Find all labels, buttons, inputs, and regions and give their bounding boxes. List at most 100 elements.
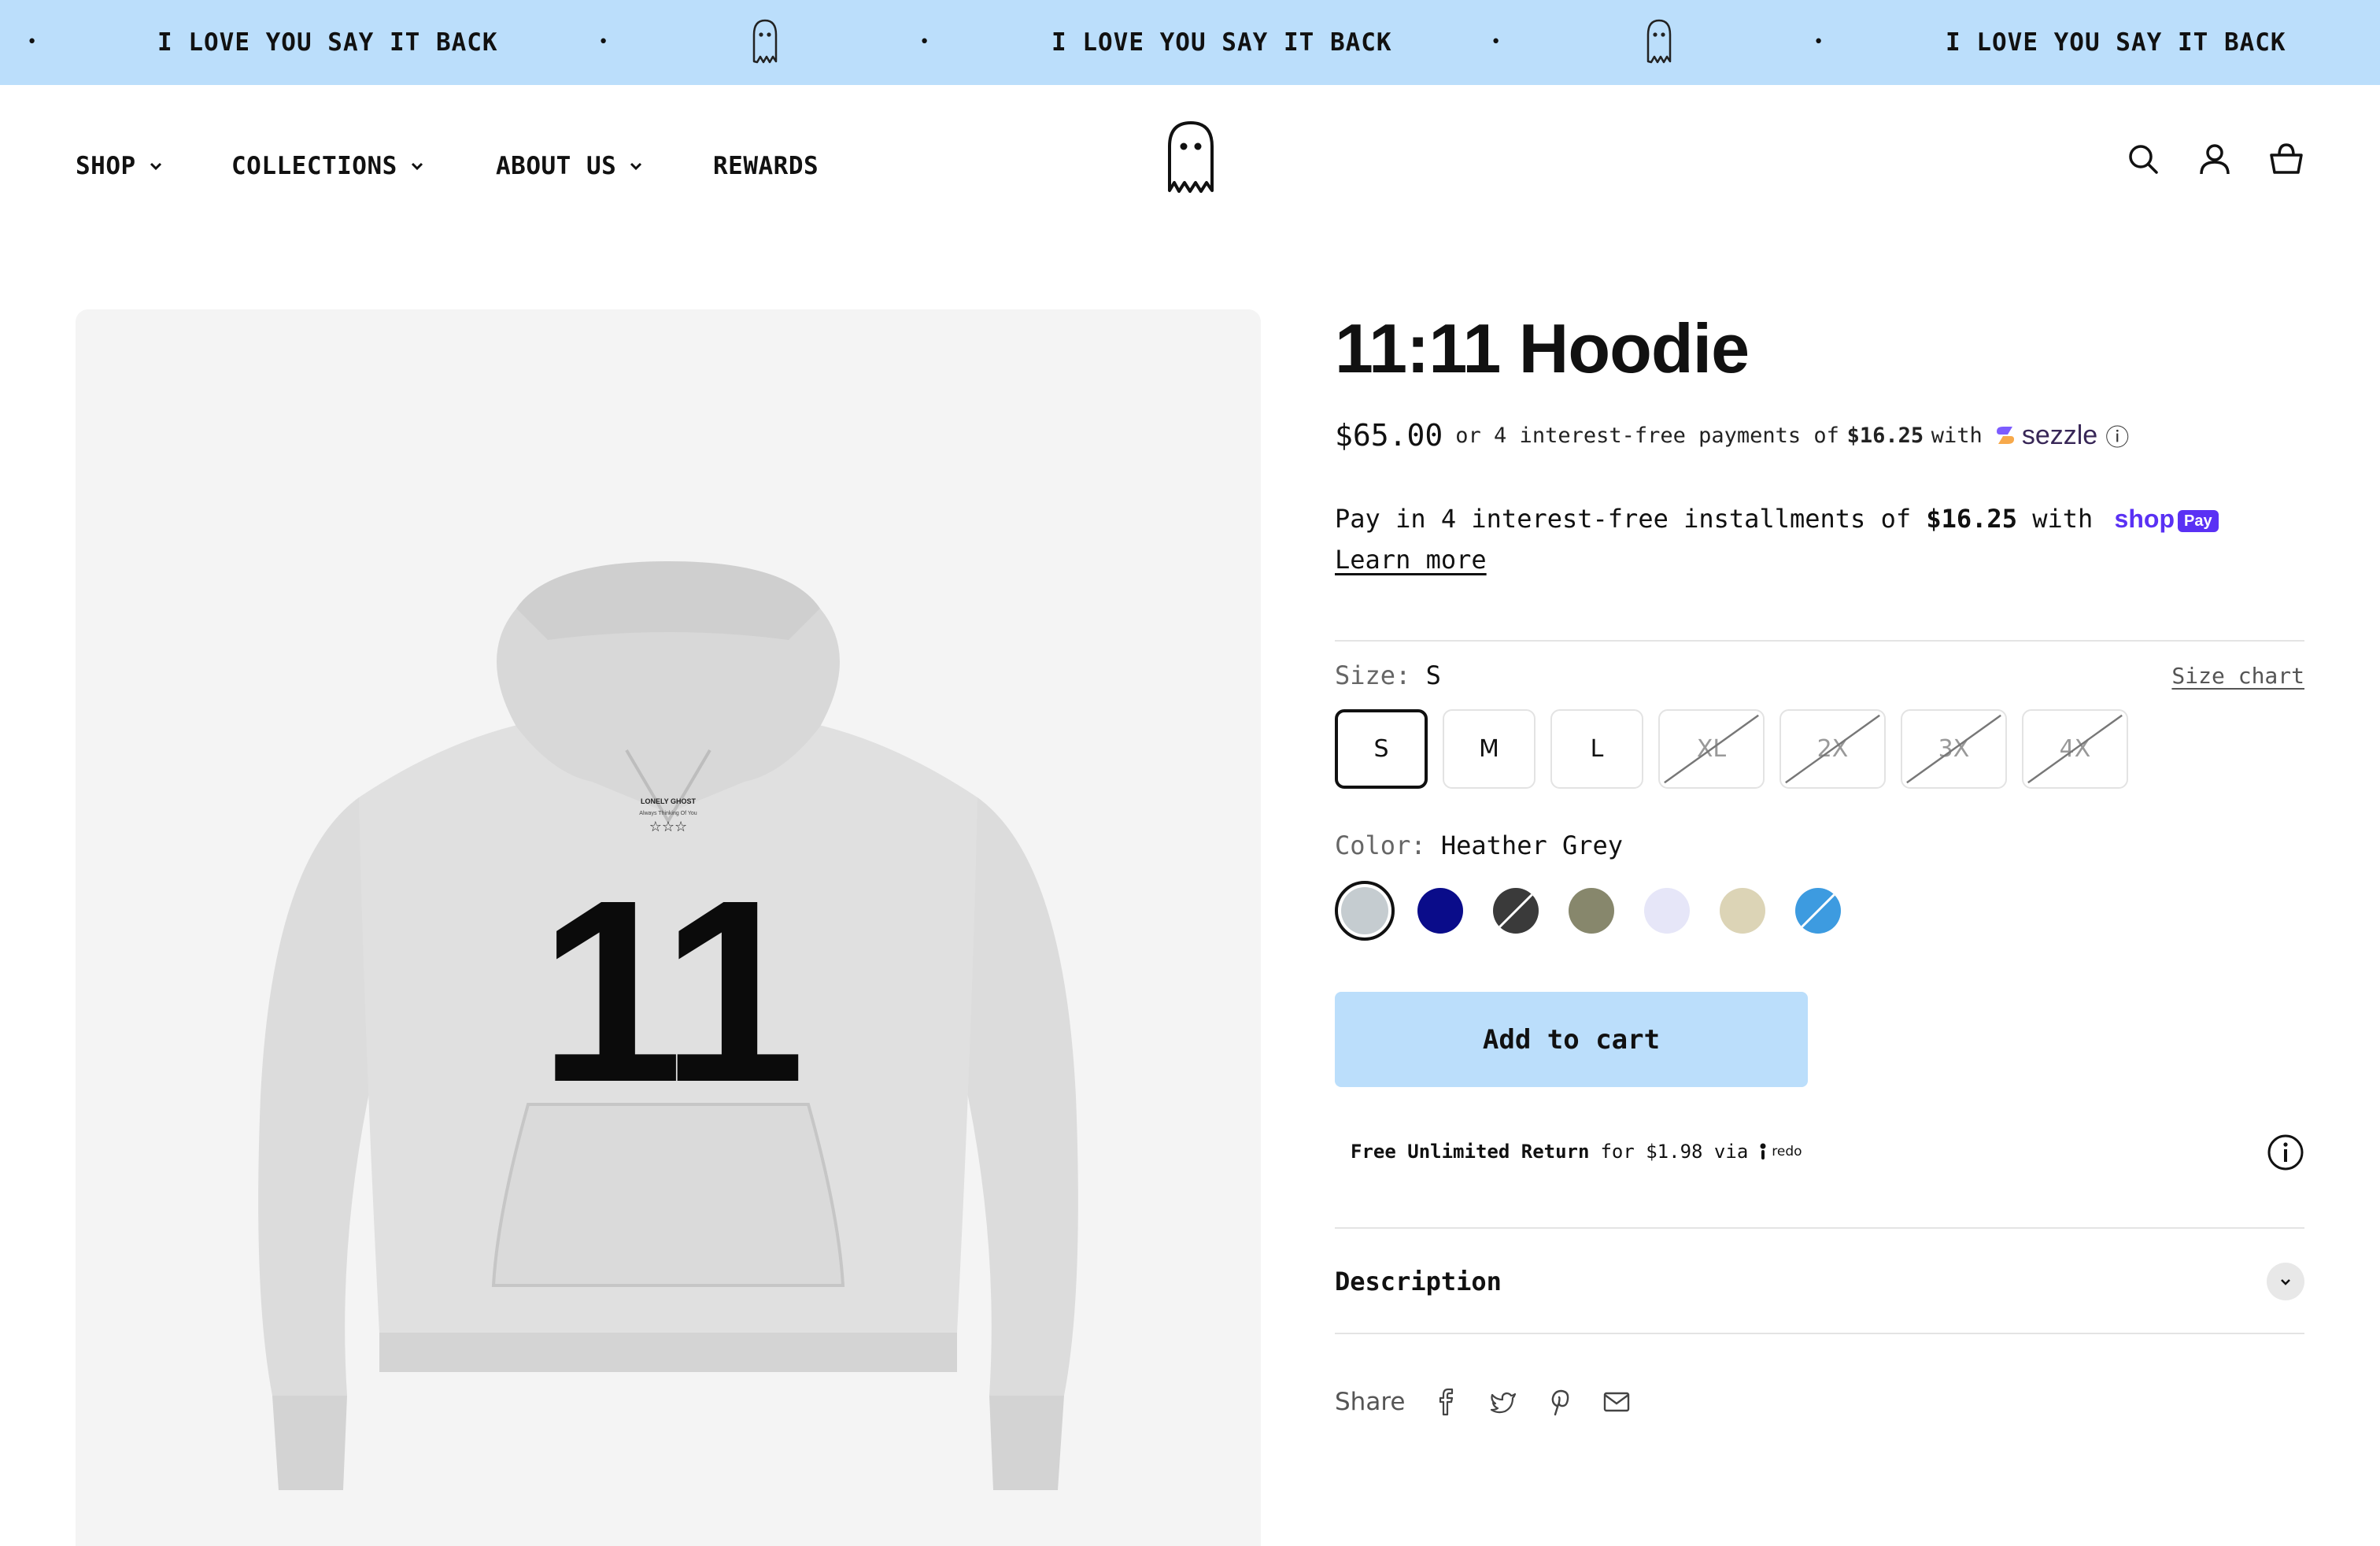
color-swatch-sand[interactable] bbox=[1713, 881, 1772, 941]
size-option-3x[interactable]: 3X bbox=[1901, 709, 2007, 789]
sezzle-amount: $16.25 bbox=[1846, 423, 1924, 448]
twitter-icon[interactable] bbox=[1488, 1387, 1518, 1417]
search-icon[interactable] bbox=[2124, 140, 2162, 178]
color-swatch-lavender[interactable] bbox=[1637, 881, 1697, 941]
ghost-logo-icon[interactable] bbox=[1163, 118, 1218, 197]
ghost-icon bbox=[752, 19, 778, 64]
swatch-fill bbox=[1720, 888, 1765, 934]
redo-mark-icon bbox=[1760, 1143, 1766, 1160]
hoodie-illustration: LONELY GHOST Always Thinking Of You ☆☆☆ … bbox=[258, 561, 1078, 1490]
share-label: Share bbox=[1335, 1388, 1406, 1416]
redo-brand: redo bbox=[1772, 1144, 1802, 1160]
announcement-separator: • bbox=[1491, 32, 1502, 52]
color-label-text: Color: bbox=[1335, 830, 1426, 860]
sezzle-mark-icon bbox=[1996, 427, 2014, 444]
print-number: 11 bbox=[539, 845, 800, 1136]
color-swatch-sky-blue[interactable] bbox=[1788, 881, 1848, 941]
size-selected-value: S bbox=[1425, 660, 1441, 690]
print-tagline: Always Thinking Of You bbox=[639, 811, 697, 816]
redo-text: for $1.98 via bbox=[1600, 1141, 1749, 1163]
learn-more-link[interactable]: Learn more bbox=[1335, 539, 1487, 580]
size-option-label: S bbox=[1373, 735, 1389, 763]
swatch-fill bbox=[1795, 888, 1841, 934]
size-option-xl[interactable]: XL bbox=[1658, 709, 1765, 789]
color-swatch-navy[interactable] bbox=[1410, 881, 1470, 941]
announcement-text: I LOVE YOU SAY IT BACK bbox=[1946, 28, 2286, 57]
size-label: Size: S bbox=[1335, 660, 1441, 690]
size-option-label: L bbox=[1590, 735, 1604, 763]
color-swatch-charcoal[interactable] bbox=[1486, 881, 1546, 941]
color-swatch-heather-grey[interactable] bbox=[1335, 881, 1395, 941]
nav-label: COLLECTIONS bbox=[231, 152, 397, 180]
share-row: Share bbox=[1335, 1378, 1632, 1426]
swatch-fill bbox=[1493, 888, 1539, 934]
divider bbox=[1335, 640, 2304, 642]
size-option-label: M bbox=[1479, 735, 1499, 763]
info-icon[interactable] bbox=[2267, 1134, 2304, 1171]
nav-label: ABOUT US bbox=[496, 152, 617, 180]
redo-return-offer: Free Unlimited Return for $1.98 via redo bbox=[1351, 1132, 1802, 1171]
product-image[interactable]: LONELY GHOST Always Thinking Of You ☆☆☆ … bbox=[76, 309, 1261, 1546]
announcement-bar: • I LOVE YOU SAY IT BACK • • I LOVE YOU … bbox=[0, 0, 2380, 85]
size-option-2x[interactable]: 2X bbox=[1779, 709, 1886, 789]
sezzle-prefix: or 4 interest-free payments of bbox=[1455, 423, 1839, 448]
announcement-separator: • bbox=[919, 32, 930, 52]
announcement-separator: • bbox=[1813, 32, 1824, 52]
size-option-4x[interactable]: 4X bbox=[2022, 709, 2128, 789]
unavailable-slash-icon bbox=[1664, 714, 1759, 784]
nav-label: SHOP bbox=[76, 152, 136, 180]
description-accordion[interactable]: Description bbox=[1335, 1229, 2304, 1334]
size-chart-link[interactable]: Size chart bbox=[2171, 663, 2304, 689]
sezzle-info-icon[interactable]: ⓘ bbox=[2105, 418, 2129, 453]
print-stars: ☆☆☆ bbox=[649, 819, 687, 835]
shop-pay-amount: $16.25 bbox=[1926, 504, 2017, 534]
color-selected-value: Heather Grey bbox=[1440, 830, 1624, 860]
unavailable-slash-icon bbox=[2027, 714, 2123, 784]
chevron-down-icon[interactable] bbox=[2267, 1263, 2304, 1300]
color-swatch-olive[interactable] bbox=[1561, 881, 1621, 941]
account-icon[interactable] bbox=[2196, 140, 2234, 178]
cart-icon[interactable] bbox=[2267, 140, 2305, 178]
color-label: Color: Heather Grey bbox=[1335, 830, 1623, 860]
size-option-s[interactable]: S bbox=[1335, 709, 1428, 789]
announcement-separator: • bbox=[598, 32, 609, 52]
announcement-text: I LOVE YOU SAY IT BACK bbox=[157, 28, 498, 57]
announcement-text: I LOVE YOU SAY IT BACK bbox=[1051, 28, 1392, 57]
divider bbox=[1335, 1333, 2304, 1334]
swatch-fill bbox=[1417, 888, 1463, 934]
chevron-down-icon bbox=[630, 162, 642, 171]
nav-item-about-us[interactable]: ABOUT US bbox=[496, 148, 645, 184]
announcement-separator: • bbox=[27, 32, 38, 52]
nav-item-collections[interactable]: COLLECTIONS bbox=[231, 148, 426, 184]
pinterest-icon[interactable] bbox=[1545, 1387, 1575, 1417]
facebook-icon[interactable] bbox=[1432, 1387, 1462, 1417]
swatch-fill bbox=[1569, 888, 1614, 934]
product-price: $65.00 bbox=[1335, 418, 1443, 453]
shop-pay-badge: Pay bbox=[2177, 510, 2219, 532]
add-to-cart-button[interactable]: Add to cart bbox=[1335, 992, 1808, 1087]
nav-label: REWARDS bbox=[713, 152, 819, 180]
price-row: $65.00 or 4 interest-free payments of $1… bbox=[1335, 412, 2129, 459]
unavailable-slash-icon bbox=[1800, 893, 1836, 929]
nav-item-rewards[interactable]: REWARDS bbox=[713, 148, 819, 184]
redo-bold-text: Free Unlimited Return bbox=[1351, 1141, 1590, 1163]
chevron-down-icon bbox=[411, 162, 423, 171]
shop-pay-prefix: Pay in 4 interest-free installments of bbox=[1335, 504, 1912, 534]
unavailable-slash-icon bbox=[1785, 714, 1880, 784]
email-icon[interactable] bbox=[1602, 1387, 1632, 1417]
nav-item-shop[interactable]: SHOP bbox=[76, 148, 164, 184]
shop-pay-brand: shop bbox=[2114, 505, 2175, 533]
size-option-l[interactable]: L bbox=[1550, 709, 1643, 789]
unavailable-slash-icon bbox=[1498, 893, 1534, 929]
sezzle-logo[interactable]: sezzle bbox=[1994, 420, 2097, 451]
product-title: 11:11 Hoodie bbox=[1335, 309, 1750, 387]
redo-logo: redo bbox=[1759, 1142, 1802, 1161]
color-swatches bbox=[1335, 881, 1848, 941]
sezzle-brand: sezzle bbox=[2021, 420, 2098, 450]
description-label: Description bbox=[1335, 1267, 1502, 1296]
swatch-fill bbox=[1644, 888, 1690, 934]
size-option-m[interactable]: M bbox=[1443, 709, 1536, 789]
swatch-fill bbox=[1341, 887, 1388, 934]
print-brand: LONELY GHOST bbox=[641, 797, 697, 805]
sezzle-suffix: with bbox=[1931, 423, 1983, 448]
